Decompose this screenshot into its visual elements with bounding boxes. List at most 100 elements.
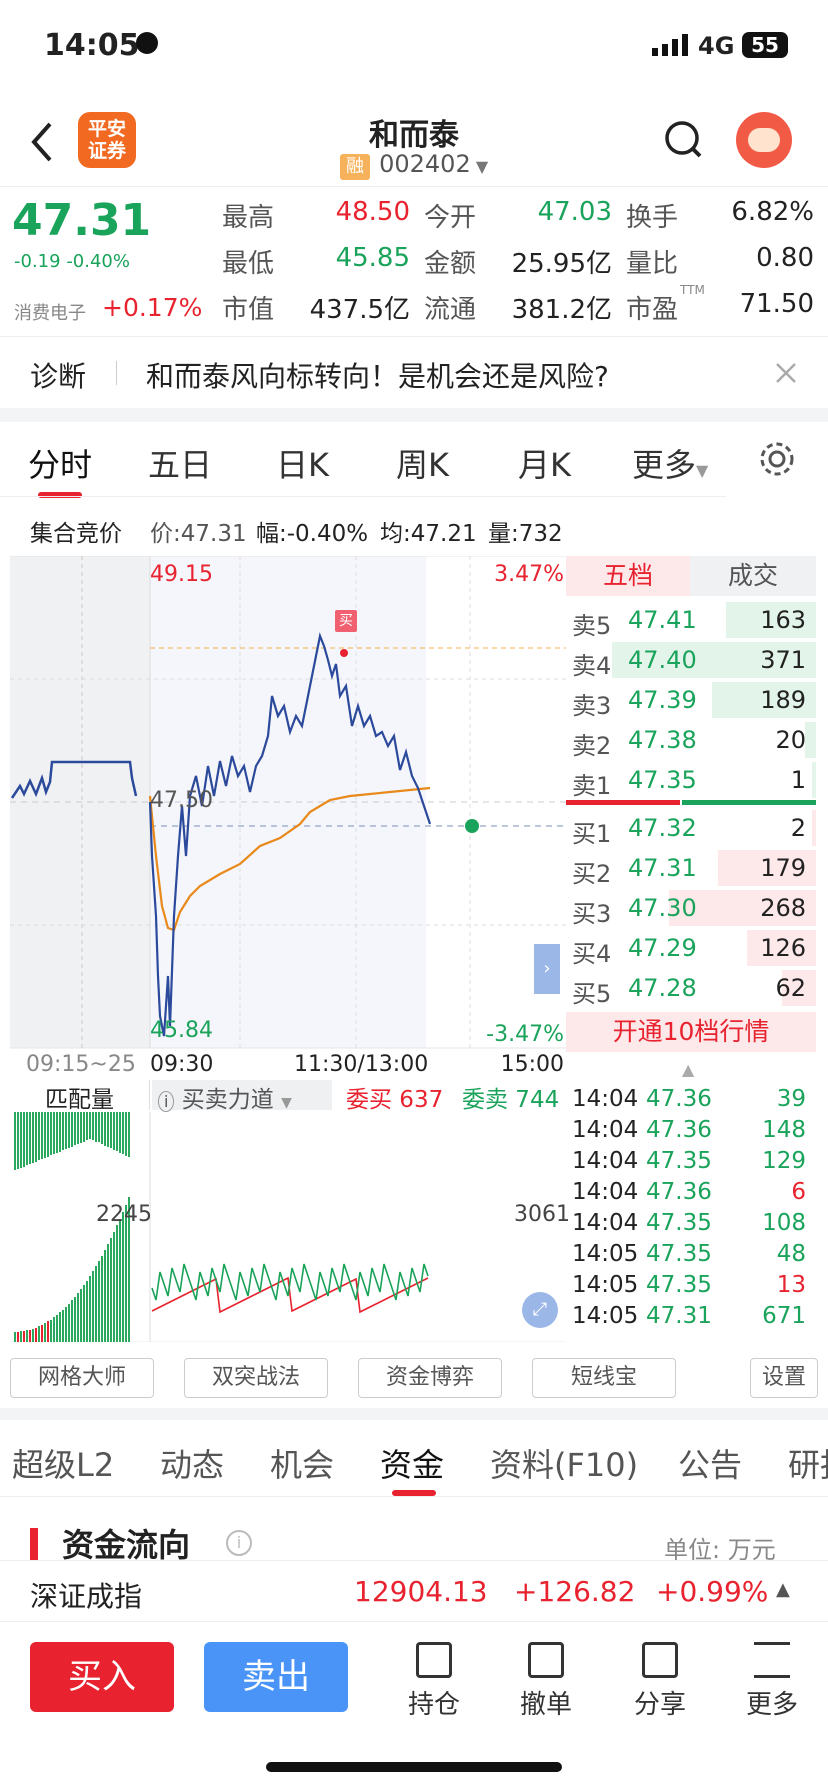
auction-summary: 集合竞价 价:47.31 幅:-0.40% 均:47.21 量:732 (0, 508, 828, 550)
diagnosis-banner[interactable]: 诊断 和而泰风向标转向！是机会还是风险? (0, 336, 828, 408)
tab-opportunity[interactable]: 机会 (270, 1440, 334, 1486)
match-volume-label: 匹配量 (10, 1080, 150, 1113)
match-volume-bar (50, 1112, 52, 1155)
last-price: 47.31 (12, 195, 152, 246)
tick-price: 47.31 (646, 1303, 712, 1329)
match-volume-bar (110, 1238, 112, 1342)
volume-chart (10, 1112, 566, 1342)
settings-gear-icon[interactable] (758, 440, 796, 478)
ask-level-row[interactable]: 卖3 47.39 189 (566, 680, 816, 721)
ask-level-row[interactable]: 卖5 47.41 163 (566, 600, 816, 641)
expand-panel-toggle[interactable]: › (534, 944, 560, 994)
match-volume-bar (59, 1112, 61, 1152)
bid-level-label: 买4 (572, 940, 612, 968)
tick-price: 47.36 (646, 1117, 712, 1143)
match-volume-bar (65, 1112, 67, 1149)
tab-daily-k[interactable]: 日K (276, 440, 329, 486)
grid-master-button[interactable]: 网格大师 (10, 1358, 154, 1398)
home-indicator (266, 1762, 562, 1772)
chevron-up-icon[interactable]: ▲ (682, 1060, 694, 1079)
bid-level-row[interactable]: 买1 47.32 2 (566, 808, 816, 849)
buy-signal-tag[interactable]: 买 (335, 610, 357, 632)
close-icon[interactable] (774, 361, 798, 385)
cancel-order-button[interactable]: 撤单 (506, 1642, 586, 1721)
time-label-noon: 11:30/13:00 (294, 1052, 429, 1077)
bid-level-label: 买3 (572, 900, 612, 928)
diagnosis-label: 诊断 (30, 360, 87, 393)
sector-name[interactable]: 消费电子 (14, 299, 86, 325)
auction-price: 价:47.31 (150, 521, 247, 547)
share-button[interactable]: 分享 (620, 1642, 700, 1721)
match-volume-bar (23, 1112, 25, 1167)
fund-flow-section: 资金流向 i 单位: 万元 (0, 1500, 828, 1560)
battery-icon: 55 (742, 32, 788, 58)
ask-level-label: 卖4 (572, 652, 612, 680)
bid-level-row[interactable]: 买2 47.31 179 (566, 848, 816, 889)
avatar[interactable] (736, 112, 792, 168)
match-volume-bar (125, 1112, 127, 1156)
short-term-button[interactable]: 短线宝 (532, 1358, 676, 1398)
match-volume-bar (71, 1112, 73, 1147)
match-volume-bar (92, 1271, 94, 1342)
ask-level-row[interactable]: 卖4 47.40 371 (566, 640, 816, 681)
axis-mid-price: 47.50 (150, 788, 213, 813)
match-volume-bar (101, 1112, 103, 1144)
tab-f10[interactable]: 资料(F10) (490, 1440, 638, 1486)
more-button[interactable]: 更多 (732, 1642, 812, 1721)
settings-button[interactable]: 设置 (750, 1358, 818, 1398)
open-level2-button[interactable]: 开通10档行情 (566, 1012, 816, 1052)
match-volume-bar (38, 1326, 40, 1342)
match-volume-bar (113, 1112, 115, 1150)
index-ticker[interactable]: 深证成指 12904.13 +126.82 +0.99% ▲ (0, 1560, 828, 1622)
tab-five-level[interactable]: 五档 (566, 556, 690, 596)
tab-five-day[interactable]: 五日 (148, 440, 212, 486)
ask-level-row[interactable]: 卖1 47.35 1 (566, 760, 816, 801)
tab-announcements[interactable]: 公告 (678, 1440, 742, 1486)
match-volume-bar (56, 1315, 58, 1342)
bid-level-row[interactable]: 买4 47.29 126 (566, 928, 816, 969)
holdings-button[interactable]: 持仓 (394, 1642, 474, 1721)
tab-more[interactable]: 更多▼ (632, 440, 708, 486)
match-volume-bar (29, 1112, 31, 1164)
bid-level-volume: 179 (760, 854, 806, 882)
match-volume-bar (110, 1112, 112, 1148)
index-value: 12904.13 (354, 1575, 488, 1608)
bid-level-row[interactable]: 买5 47.28 62 (566, 968, 816, 1009)
bid-level-row[interactable]: 买3 47.30 268 (566, 888, 816, 929)
tab-funds[interactable]: 资金 (380, 1440, 444, 1486)
intraday-chart[interactable]: 49.15 47.50 45.84 3.47% -3.47% 买 › 09:15… (10, 555, 570, 1342)
fullscreen-icon[interactable]: ⤢ (522, 1292, 558, 1328)
tab-monthly-k[interactable]: 月K (518, 440, 571, 486)
match-volume-bar (56, 1112, 58, 1153)
volume-scale-value: 3061 (514, 1202, 570, 1227)
float-value: 381.2亿 (511, 295, 612, 325)
sell-button[interactable]: 卖出 (204, 1642, 348, 1712)
info-icon[interactable]: i (226, 1530, 252, 1556)
chevron-up-icon[interactable]: ▲ (776, 1579, 790, 1600)
tab-weekly-k[interactable]: 周K (396, 440, 449, 486)
tab-intraday[interactable]: 分时 (28, 440, 92, 486)
match-volume-bar (89, 1276, 91, 1342)
tab-research[interactable]: 研报 (788, 1440, 828, 1486)
tick-volume: 148 (762, 1117, 806, 1143)
chevron-down-icon: ▼ (696, 461, 709, 480)
match-volume-bar (53, 1112, 55, 1154)
search-icon[interactable] (664, 120, 704, 164)
tick-time: 14:04 (572, 1086, 639, 1112)
turnover-label: 换手 (626, 203, 679, 233)
ask-level-row[interactable]: 卖2 47.38 20 (566, 720, 816, 761)
signal-icon (652, 34, 690, 56)
match-volume-bar (116, 1112, 118, 1151)
buy-sell-power-selector[interactable]: i 买卖力道 ▼ (152, 1080, 332, 1113)
tick-volume: 108 (762, 1210, 806, 1236)
fund-game-button[interactable]: 资金博弈 (358, 1358, 502, 1398)
tab-news[interactable]: 动态 (160, 1440, 224, 1486)
buy-button[interactable]: 买入 (30, 1642, 174, 1712)
mktcap-value: 437.5亿 (309, 295, 410, 325)
tab-deals[interactable]: 成交 (690, 556, 816, 596)
double-breakout-button[interactable]: 双突战法 (184, 1358, 328, 1398)
stock-code-selector[interactable]: 融 002402 ▼ (340, 150, 540, 180)
tick-time: 14:05 (572, 1241, 639, 1267)
tab-super-l2[interactable]: 超级L2 (12, 1440, 114, 1486)
high-point-marker (340, 649, 348, 657)
